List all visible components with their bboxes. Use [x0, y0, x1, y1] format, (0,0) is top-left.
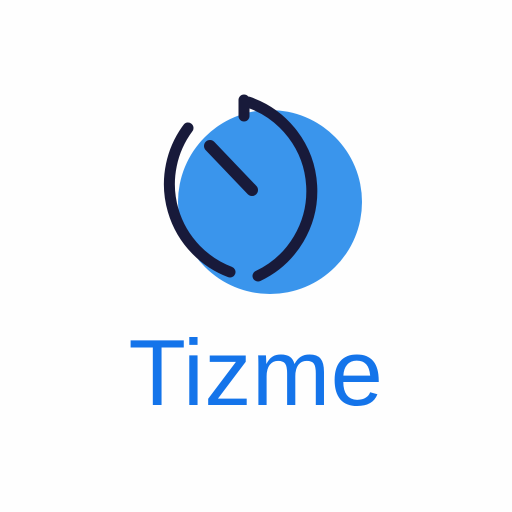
app-wordmark: Tizme	[128, 320, 384, 425]
splash-screen: Tizme	[0, 0, 512, 512]
stopwatch-icon	[163, 94, 362, 294]
